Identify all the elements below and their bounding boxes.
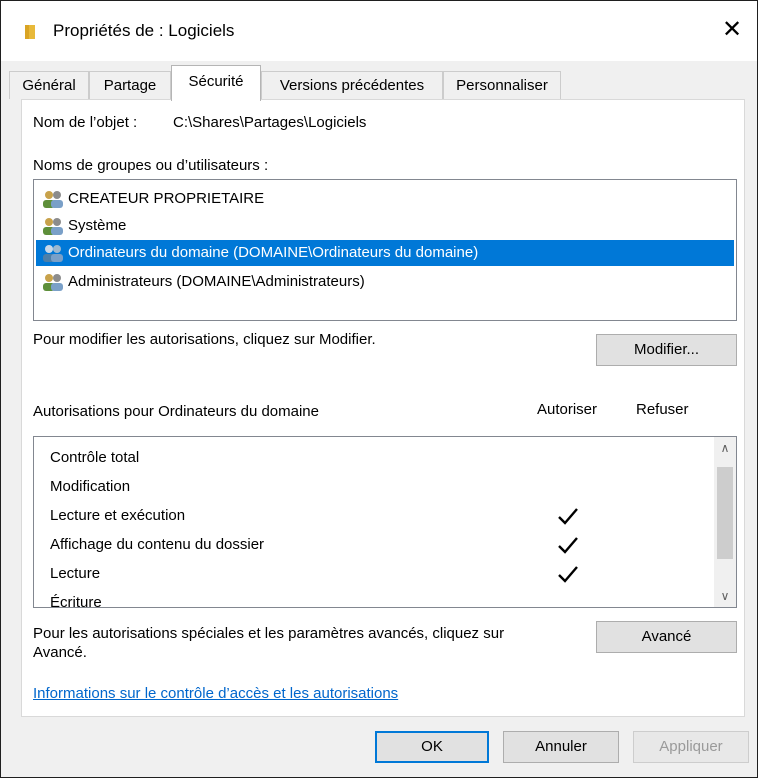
close-icon: ✕ (721, 16, 743, 43)
tab-sharing[interactable]: Partage (89, 71, 171, 99)
users-icon (43, 191, 63, 209)
permission-row: Modification (50, 478, 131, 495)
group-name: CREATEUR PROPRIETAIRE (68, 190, 265, 207)
object-name-value: C:\Shares\Partages\Logiciels (173, 114, 367, 131)
title-bar[interactable]: Propriétés de : Logiciels ✕ (1, 1, 757, 61)
tab-general[interactable]: Général (9, 71, 89, 99)
group-name: Système (68, 217, 127, 234)
group-name: Ordinateurs du domaine (DOMAINE\Ordinate… (68, 244, 479, 261)
scroll-up-icon[interactable]: ∧ (714, 437, 736, 459)
allow-check-icon (558, 566, 578, 583)
permission-row: Contrôle total (50, 449, 140, 466)
properties-dialog: Propriétés de : Logiciels ✕ Général Part… (0, 0, 758, 778)
folder-icon (25, 25, 35, 39)
permissions-scrollbar[interactable]: ∧ ∨ (714, 437, 736, 607)
deny-header: Refuser (636, 401, 689, 418)
users-icon (43, 274, 63, 292)
close-button[interactable]: ✕ (717, 15, 747, 45)
users-icon (43, 245, 63, 263)
ok-button[interactable]: OK (375, 731, 489, 763)
access-control-info-link[interactable]: Informations sur le contrôle d’accès et … (33, 685, 398, 702)
permissions-label: Autorisations pour Ordinateurs du domain… (33, 403, 319, 420)
modify-button[interactable]: Modifier... (596, 334, 737, 366)
permission-row: Affichage du contenu du dossier (50, 536, 265, 553)
group-name: Administrateurs (DOMAINE\Administrateurs… (68, 273, 365, 290)
cancel-button[interactable]: Annuler (503, 731, 619, 763)
allow-check-icon (558, 508, 578, 525)
list-item[interactable]: Système (40, 213, 126, 239)
groups-list[interactable]: CREATEUR PROPRIETAIRE Système Ordinateur… (33, 179, 737, 321)
permission-row: Écriture (50, 594, 102, 608)
list-item[interactable]: Administrateurs (DOMAINE\Administrateurs… (40, 269, 365, 295)
window-title: Propriétés de : Logiciels (53, 21, 235, 40)
list-item-selected[interactable]: Ordinateurs du domaine (DOMAINE\Ordinate… (36, 240, 734, 266)
modify-hint: Pour modifier les autorisations, cliquez… (33, 331, 376, 348)
advanced-hint-line1: Pour les autorisations spéciales et les … (33, 625, 505, 642)
advanced-button[interactable]: Avancé (596, 621, 737, 653)
scroll-thumb[interactable] (717, 467, 733, 559)
permission-row: Lecture et exécution (50, 507, 186, 524)
permission-row: Lecture (50, 565, 101, 582)
allow-check-icon (558, 537, 578, 554)
users-icon (43, 218, 63, 236)
advanced-hint-line2: Avancé. (33, 644, 87, 661)
object-name-label: Nom de l’objet : (33, 114, 138, 131)
tab-customize[interactable]: Personnaliser (443, 71, 561, 99)
groups-label: Noms de groupes ou d’utilisateurs : (33, 157, 269, 174)
tab-previous-versions[interactable]: Versions précédentes (261, 71, 443, 99)
tab-security[interactable]: Sécurité (171, 65, 261, 101)
allow-header: Autoriser (537, 401, 598, 418)
apply-button: Appliquer (633, 731, 749, 763)
list-item[interactable]: CREATEUR PROPRIETAIRE (40, 186, 264, 212)
permissions-list[interactable]: Contrôle total Modification Lecture et e… (33, 436, 737, 608)
scroll-down-icon[interactable]: ∨ (714, 585, 736, 607)
